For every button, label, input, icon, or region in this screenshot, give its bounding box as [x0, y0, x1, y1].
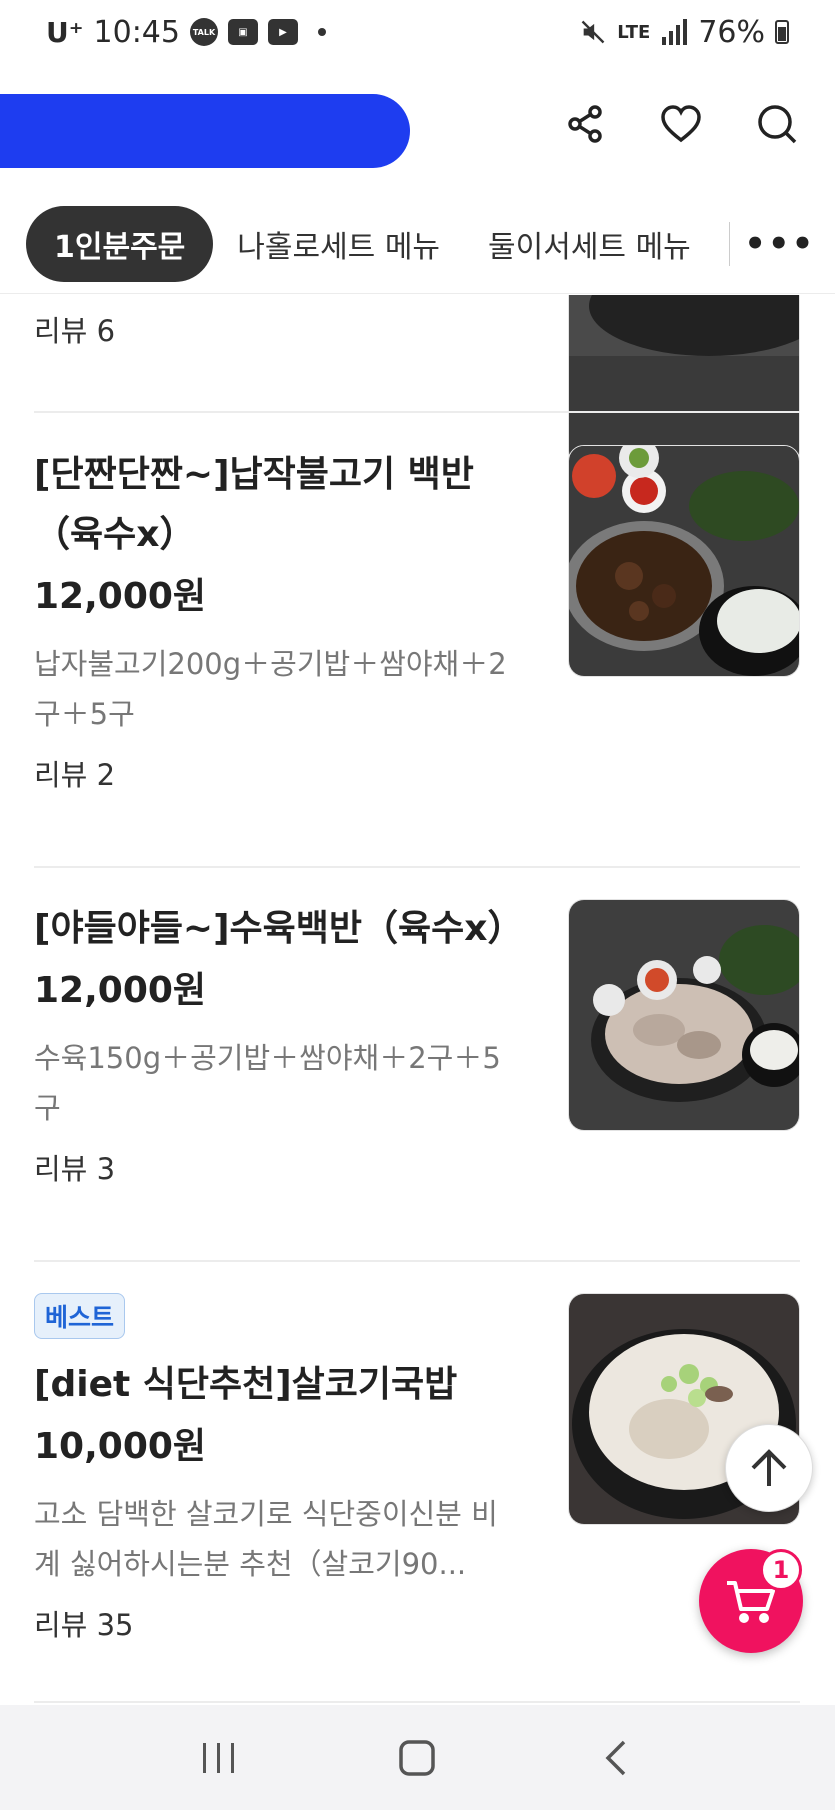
menu-category-tabs: 1인분주문 나홀로세트 메뉴 둘이서세트 메뉴 ••• — [0, 194, 835, 294]
menu-item-reviews: 리뷰 3 — [34, 1152, 116, 1186]
list-divider — [34, 411, 800, 413]
tab-single-order[interactable]: 1인분주문 — [26, 205, 214, 282]
recent-apps-icon[interactable] — [179, 1728, 259, 1788]
menu-item-price: 10,000원 — [34, 1426, 207, 1467]
menu-item-description: 납자불고기200g＋공기밥＋쌈야채＋2구＋5구 — [34, 647, 507, 731]
carrier-label: U⁺ — [46, 15, 84, 49]
gallery-notification-icon: ▣ — [227, 19, 258, 45]
menu-item-name: [단짠단짠~]납작불고기 백반（육수x） — [34, 454, 474, 555]
search-icon[interactable] — [749, 96, 805, 152]
signal-icon — [662, 19, 688, 45]
mute-icon — [581, 20, 605, 44]
menu-item-reviews: 리뷰 35 — [34, 1608, 134, 1642]
list-divider — [34, 1701, 800, 1703]
more-notifications-icon — [317, 28, 326, 36]
system-navigation-bar — [0, 1705, 835, 1810]
list-item[interactable]: [단짠단짠~]납작불고기 백반（육수x） 12,000원 납자불고기200g＋공… — [34, 445, 800, 797]
heart-icon[interactable] — [653, 96, 709, 152]
list-divider — [34, 866, 800, 868]
battery-level: 76% — [698, 14, 765, 50]
home-icon[interactable] — [377, 1728, 457, 1788]
menu-item-reviews: 리뷰 6 — [34, 314, 116, 348]
list-divider — [34, 1260, 800, 1262]
list-item[interactable]: [야들야들~]수육백반（육수x） 12,000원 수육150g＋공기밥＋쌈야채＋… — [34, 899, 800, 1191]
scroll-to-top-button[interactable] — [725, 1424, 813, 1512]
menu-item-name: [diet 식단추천]살코기국밥 — [34, 1364, 458, 1405]
menu-list: 리뷰 6 [단짠단짠~]납작불고기 백반（육수x） 12,000원 납자불고기2… — [0, 295, 835, 1705]
tab-solo-set[interactable]: 나홀로세트 메뉴 — [213, 206, 464, 282]
menu-item-price: 12,000원 — [34, 576, 207, 617]
share-icon[interactable] — [557, 96, 613, 152]
tab-duo-set[interactable]: 둘이서세트 메뉴 — [464, 206, 715, 282]
store-name-redacted — [0, 94, 410, 168]
more-tabs-icon[interactable]: ••• — [744, 224, 813, 264]
talk-notification-icon: TALK — [189, 18, 218, 46]
network-type: LTE — [617, 21, 651, 43]
clock: 10:45 — [93, 14, 180, 50]
cart-count-badge: 1 — [760, 1549, 802, 1591]
tab-divider — [728, 221, 730, 266]
battery-icon — [775, 20, 789, 44]
list-item[interactable]: 베스트 [diet 식단추천]살코기국밥 10,000원 고소 담백한 살코기로… — [34, 1293, 800, 1647]
back-icon[interactable] — [576, 1728, 656, 1788]
best-badge: 베스트 — [34, 1293, 126, 1339]
menu-item-thumbnail[interactable] — [568, 295, 800, 467]
menu-item-description: 수육150g＋공기밥＋쌈야채＋2구＋5구 — [34, 1041, 501, 1125]
menu-item-thumbnail — [568, 445, 800, 677]
youtube-notification-icon: ▶ — [267, 19, 298, 45]
menu-item-price: 12,000원 — [34, 970, 207, 1011]
status-bar: U⁺ 10:45 TALK ▣ ▶ LTE 76% — [0, 0, 835, 64]
menu-item-reviews: 리뷰 2 — [34, 758, 116, 792]
menu-item-description: 고소 담백한 살코기로 식단중이신분 비계 싫어하시는분 추천（살코기90... — [34, 1497, 498, 1581]
arrow-up-icon — [751, 1449, 787, 1486]
menu-item-name: [야들야들~]수육백반（육수x） — [34, 908, 524, 949]
store-header — [0, 64, 835, 194]
menu-item-thumbnail — [568, 899, 800, 1131]
